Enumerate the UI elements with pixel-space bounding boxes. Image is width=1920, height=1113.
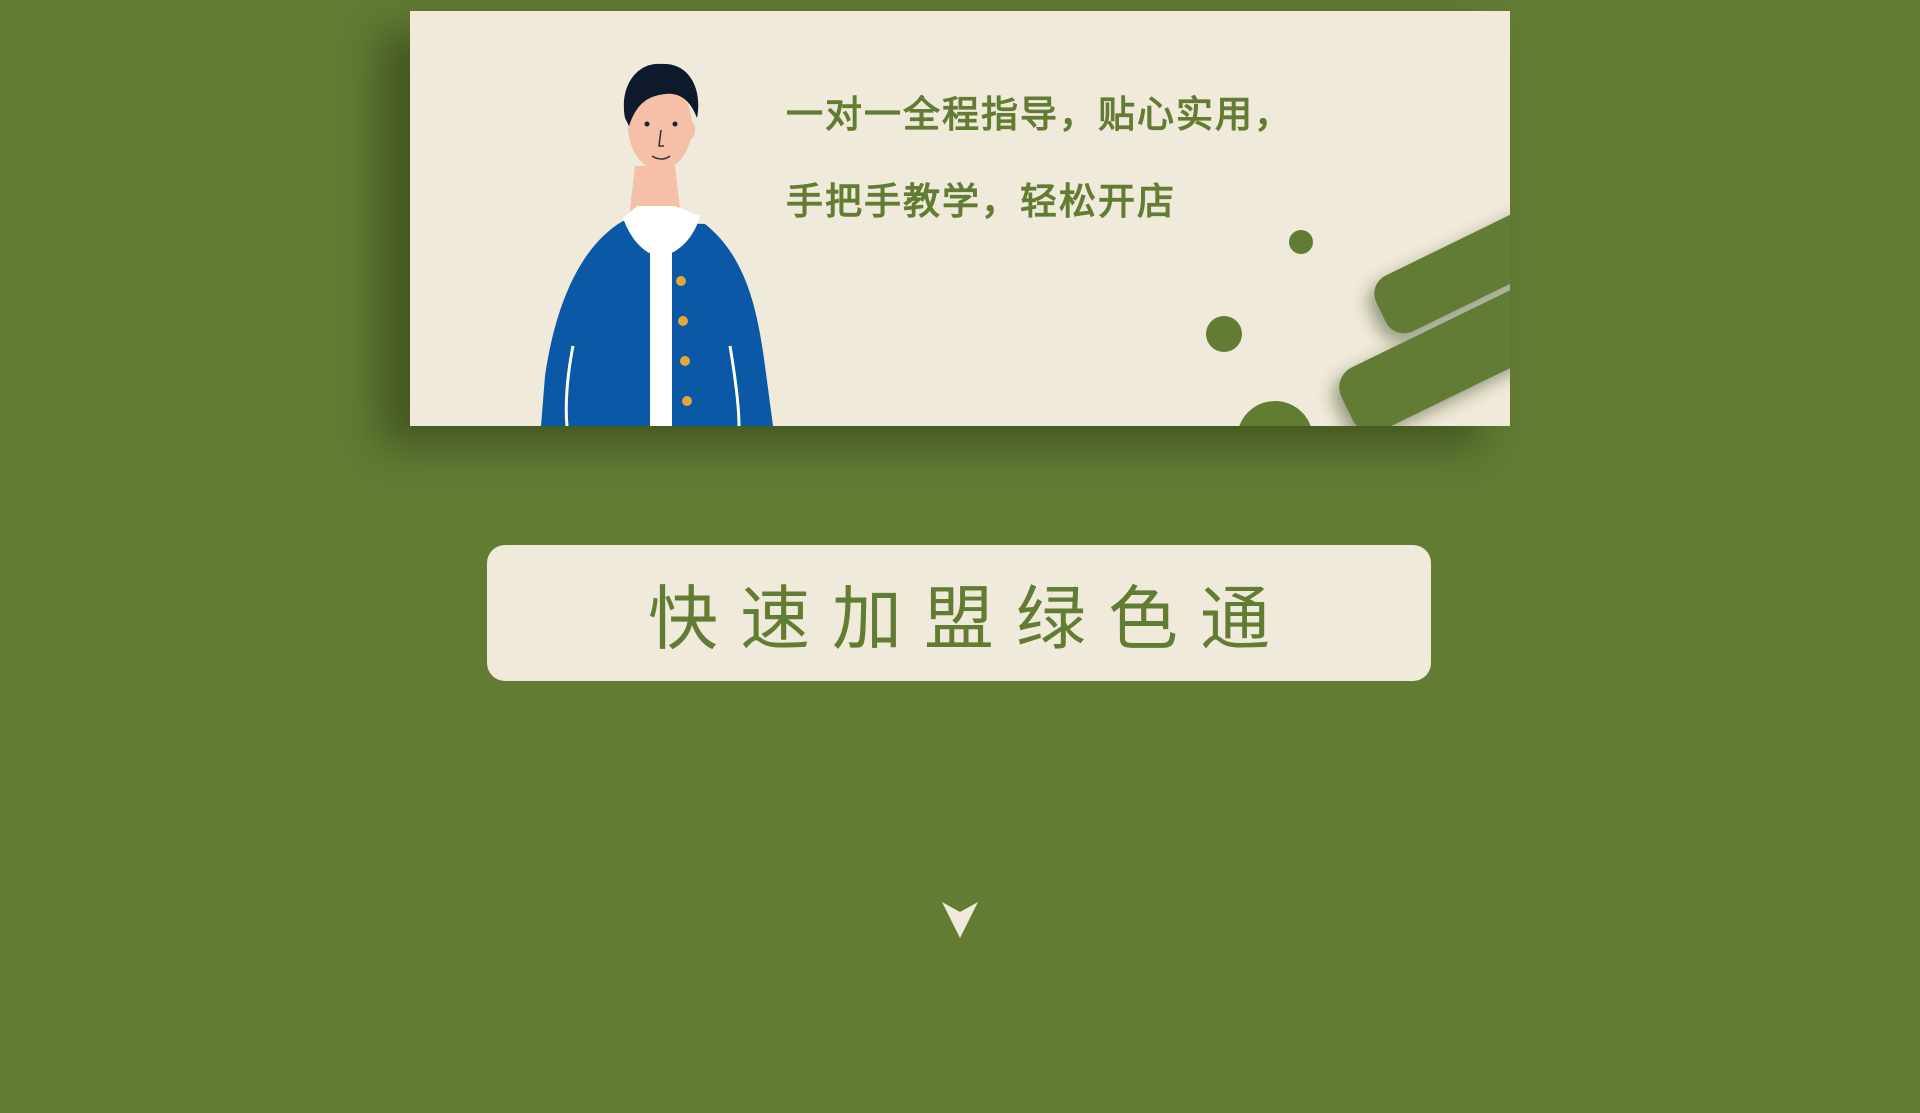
page: 一对一全程指导，贴心实用， 手把手教学，轻松开店 快速加盟绿色通 — [0, 0, 1920, 1113]
chevron-down-icon[interactable] — [940, 900, 980, 940]
join-now-button[interactable]: 快速加盟绿色通 — [487, 545, 1431, 681]
promo-banner: 一对一全程指导，贴心实用， 手把手教学，轻松开店 — [410, 11, 1510, 426]
decorative-shapes — [1206, 194, 1510, 426]
